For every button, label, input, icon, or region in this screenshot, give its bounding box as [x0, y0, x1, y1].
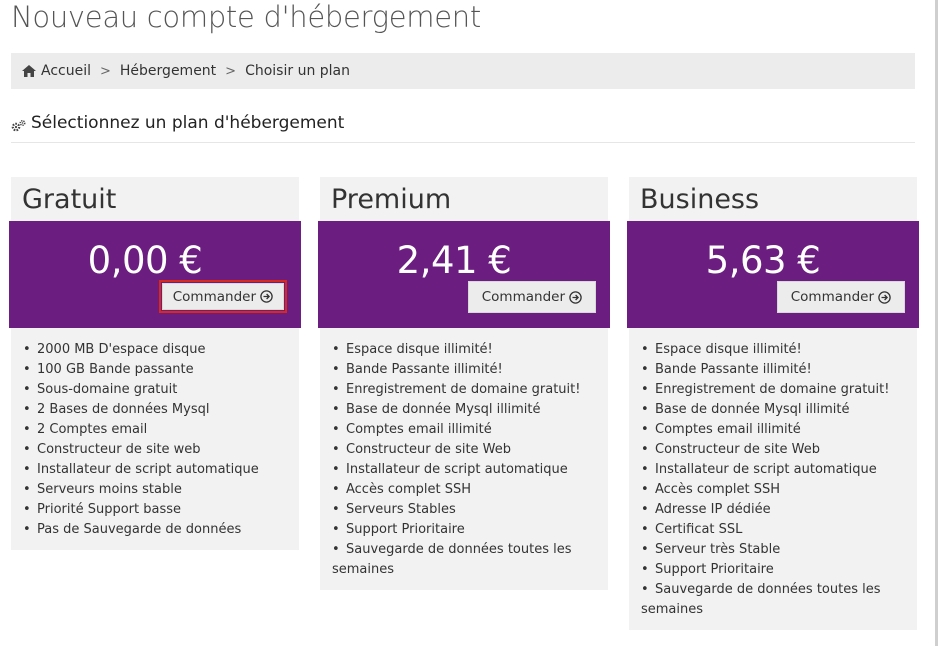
plan-feature: Installateur de script automatique — [23, 460, 287, 480]
plan-name: Gratuit — [22, 184, 117, 215]
plan-feature: Priorité Support basse — [23, 500, 287, 520]
plan-features-list: Espace disque illimité! Bande Passante i… — [320, 328, 608, 590]
plan-feature: Support Prioritaire — [641, 560, 905, 580]
section-heading: Sélectionnez un plan d'hébergement — [11, 113, 915, 143]
plan-feature-continuation: semaines — [641, 602, 704, 617]
plan-name: Business — [640, 184, 760, 215]
plan-card-gratuit: Gratuit 0,00 € Commander 2000 MB D'espac… — [9, 177, 301, 550]
order-button-label: Commander — [790, 289, 874, 305]
order-button-business[interactable]: Commander — [776, 281, 905, 313]
plan-feature: Bande Passante illimité! — [332, 360, 596, 380]
plan-feature: 2000 MB D'espace disque — [23, 340, 287, 360]
plan-feature: Serveurs Stables — [332, 500, 596, 520]
plan-feature: Comptes email illimité — [641, 420, 905, 440]
plan-feature: Serveurs moins stable — [23, 480, 287, 500]
circle-arrow-right-icon — [569, 290, 582, 304]
plan-price: 5,63 € — [705, 239, 821, 282]
plan-price-box: 0,00 € Commander — [9, 221, 301, 328]
plan-price: 0,00 € — [87, 239, 203, 282]
breadcrumb: Accueil > Hébergement > Choisir un plan — [11, 53, 915, 89]
plan-feature: 100 GB Bande passante — [23, 360, 287, 380]
breadcrumb-hosting-link[interactable]: Hébergement — [120, 63, 216, 79]
plan-feature: Espace disque illimité! — [641, 340, 905, 360]
plan-feature: Espace disque illimité! — [332, 340, 596, 360]
plan-feature: Constructeur de site Web — [641, 440, 905, 460]
plan-features-list: Espace disque illimité! Bande Passante i… — [629, 328, 917, 630]
cogs-icon — [11, 119, 26, 132]
breadcrumb-home-link[interactable]: Accueil — [41, 63, 91, 79]
plan-price: 2,41 € — [396, 239, 512, 282]
plan-feature: Installateur de script automatique — [641, 460, 905, 480]
plan-feature: Enregistrement de domaine gratuit! — [641, 380, 905, 400]
order-button-premium[interactable]: Commander — [467, 281, 596, 313]
home-icon — [22, 65, 36, 77]
order-button-label: Commander — [481, 289, 565, 305]
plan-feature: Comptes email illimité — [332, 420, 596, 440]
plan-feature: Sous-domaine gratuit — [23, 380, 287, 400]
plan-feature: 2 Comptes email — [23, 420, 287, 440]
plan-feature: Support Prioritaire — [332, 520, 596, 540]
plan-name: Premium — [331, 184, 452, 215]
plan-feature: Enregistrement de domaine gratuit! — [332, 380, 596, 400]
breadcrumb-current: Choisir un plan — [245, 63, 350, 79]
plan-feature: Constructeur de site Web — [332, 440, 596, 460]
plan-feature: Base de donnée Mysql illimité — [641, 400, 905, 420]
plan-feature: Accès complet SSH — [332, 480, 596, 500]
plan-feature: Sauvegarde de données toutes les — [641, 580, 905, 600]
section-title: Sélectionnez un plan d'hébergement — [31, 113, 345, 133]
plan-feature: Installateur de script automatique — [332, 460, 596, 480]
plan-feature: 2 Bases de données Mysql — [23, 400, 287, 420]
plan-feature: Constructeur de site web — [23, 440, 287, 460]
order-button-label: Commander — [172, 288, 256, 305]
plan-price-box: 2,41 € Commander — [318, 221, 610, 328]
plan-card-premium: Premium 2,41 € Commander Espace disque i… — [318, 177, 610, 590]
plan-feature: Base de donnée Mysql illimité — [332, 400, 596, 420]
circle-arrow-right-icon — [260, 290, 273, 303]
plan-feature: Accès complet SSH — [641, 480, 905, 500]
plan-feature-continuation: semaines — [332, 562, 395, 577]
order-button-gratuit[interactable]: Commander — [158, 280, 288, 313]
plan-card-business: Business 5,63 € Commander Espace disque … — [627, 177, 919, 630]
page-title: Nouveau compte d'hébergement — [11, 0, 481, 34]
breadcrumb-separator: > — [100, 63, 111, 79]
plan-feature: Serveur très Stable — [641, 540, 905, 560]
plan-price-box: 5,63 € Commander — [627, 221, 919, 328]
plan-features-list: 2000 MB D'espace disque 100 GB Bande pas… — [11, 328, 299, 550]
plan-feature: Certificat SSL — [641, 520, 905, 540]
circle-arrow-right-icon — [878, 290, 891, 304]
plan-feature: Sauvegarde de données toutes les — [332, 540, 596, 560]
plan-feature: Bande Passante illimité! — [641, 360, 905, 380]
breadcrumb-separator: > — [225, 63, 237, 79]
plan-feature: Adresse IP dédiée — [641, 500, 905, 520]
plan-feature: Pas de Sauvegarde de données — [23, 520, 287, 540]
